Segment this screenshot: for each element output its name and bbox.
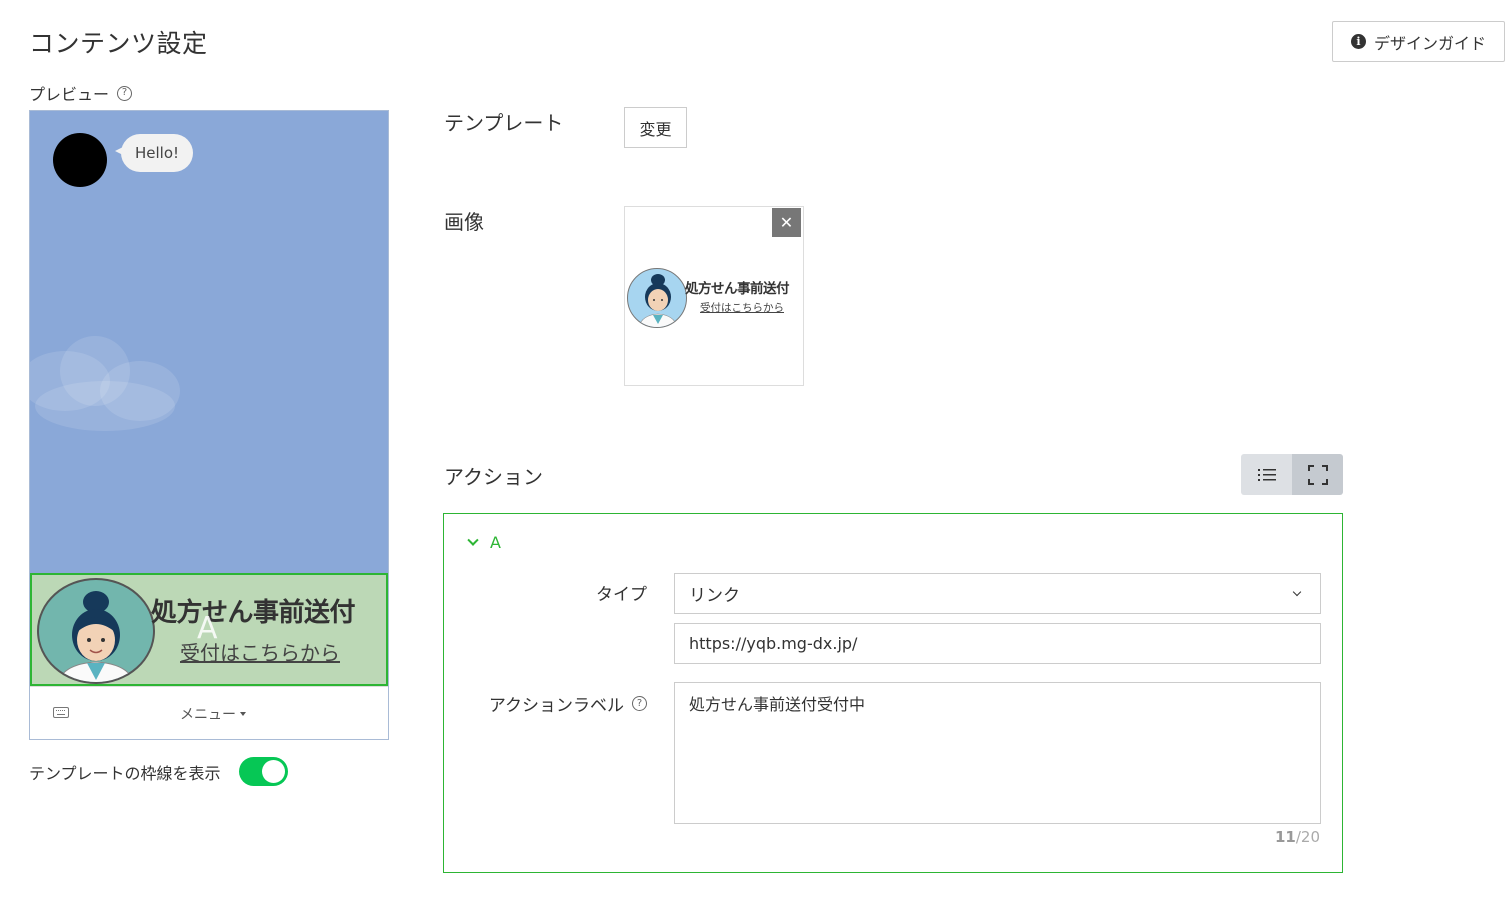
fullscreen-icon — [1307, 464, 1328, 485]
menu-label: メニュー — [180, 707, 236, 723]
template-label: テンプレート — [444, 111, 564, 135]
action-panel-name: A — [490, 533, 501, 552]
menu-toggle[interactable]: メニュー — [180, 704, 246, 724]
close-icon: ✕ — [779, 213, 794, 232]
list-view-button[interactable] — [1241, 454, 1292, 495]
action-label-field-label: アクションラベル ? — [489, 691, 647, 716]
remove-image-button[interactable]: ✕ — [772, 208, 801, 237]
rich-menu-area-label: A — [197, 611, 218, 646]
help-icon[interactable]: ? — [117, 85, 133, 101]
phone-preview: Hello! 処方せん事前送付 受付はこちらから A メニュー — [29, 110, 389, 740]
chat-bubble: Hello! — [114, 134, 194, 172]
keyboard-icon[interactable] — [53, 707, 69, 718]
design-guide-label: デザインガイド — [1373, 33, 1486, 53]
template-border-toggle-row: テンプレートの枠線を表示 — [29, 757, 288, 786]
chevron-down-icon — [467, 534, 479, 546]
action-label-text: アクションラベル — [488, 696, 624, 716]
menu-bar: メニュー — [30, 686, 388, 739]
caret-down-icon — [240, 712, 246, 716]
action-label-textarea[interactable]: 処方せん事前送付受付中 — [674, 682, 1321, 824]
rich-menu-title: 処方せん事前送付 — [151, 598, 356, 628]
avatar — [53, 133, 107, 187]
preview-label: プレビュー ? — [29, 81, 133, 105]
action-view-toggle — [1241, 454, 1343, 495]
toggle-knob — [261, 760, 285, 783]
template-border-label: テンプレートの枠線を表示 — [29, 763, 221, 783]
type-label: タイプ — [596, 580, 647, 605]
action-label: アクション — [444, 465, 543, 489]
action-type-select[interactable]: リンク — [674, 573, 1321, 614]
type-label-text: タイプ — [596, 585, 647, 605]
action-panel-a: A タイプ リンク アクションラベル ? 処方せん事前送付受付中 11/20 — [443, 513, 1343, 873]
thumbnail-illustration — [627, 268, 687, 328]
change-template-button[interactable]: 変更 — [624, 107, 687, 148]
template-border-toggle[interactable] — [238, 757, 288, 786]
preview-label-text: プレビュー — [29, 85, 110, 104]
list-icon — [1257, 468, 1276, 481]
info-icon: i — [1350, 34, 1366, 49]
rich-menu-area-a[interactable]: 処方せん事前送付 受付はこちらから A — [30, 573, 388, 686]
char-counter: 11/20 — [1275, 828, 1320, 846]
chat-area: Hello! — [30, 111, 388, 573]
image-label: 画像 — [444, 210, 484, 234]
url-input[interactable] — [674, 623, 1321, 664]
action-panel-header[interactable]: A — [467, 533, 501, 552]
pharmacist-illustration — [37, 578, 155, 684]
char-count: 11 — [1274, 828, 1296, 846]
char-max: /20 — [1295, 828, 1320, 846]
help-icon[interactable]: ? — [632, 696, 647, 711]
fullscreen-view-button[interactable] — [1292, 454, 1343, 495]
image-thumbnail: 処方せん事前送付 受付はこちらから ✕ — [624, 206, 804, 386]
thumbnail-title: 処方せん事前送付 — [685, 281, 790, 297]
chevron-down-icon — [1292, 587, 1302, 597]
design-guide-button[interactable]: i デザインガイド — [1332, 21, 1505, 62]
action-type-value: リンク — [689, 586, 740, 606]
page-title: コンテンツ設定 — [29, 29, 208, 58]
thumbnail-subtitle: 受付はこちらから — [700, 302, 784, 314]
